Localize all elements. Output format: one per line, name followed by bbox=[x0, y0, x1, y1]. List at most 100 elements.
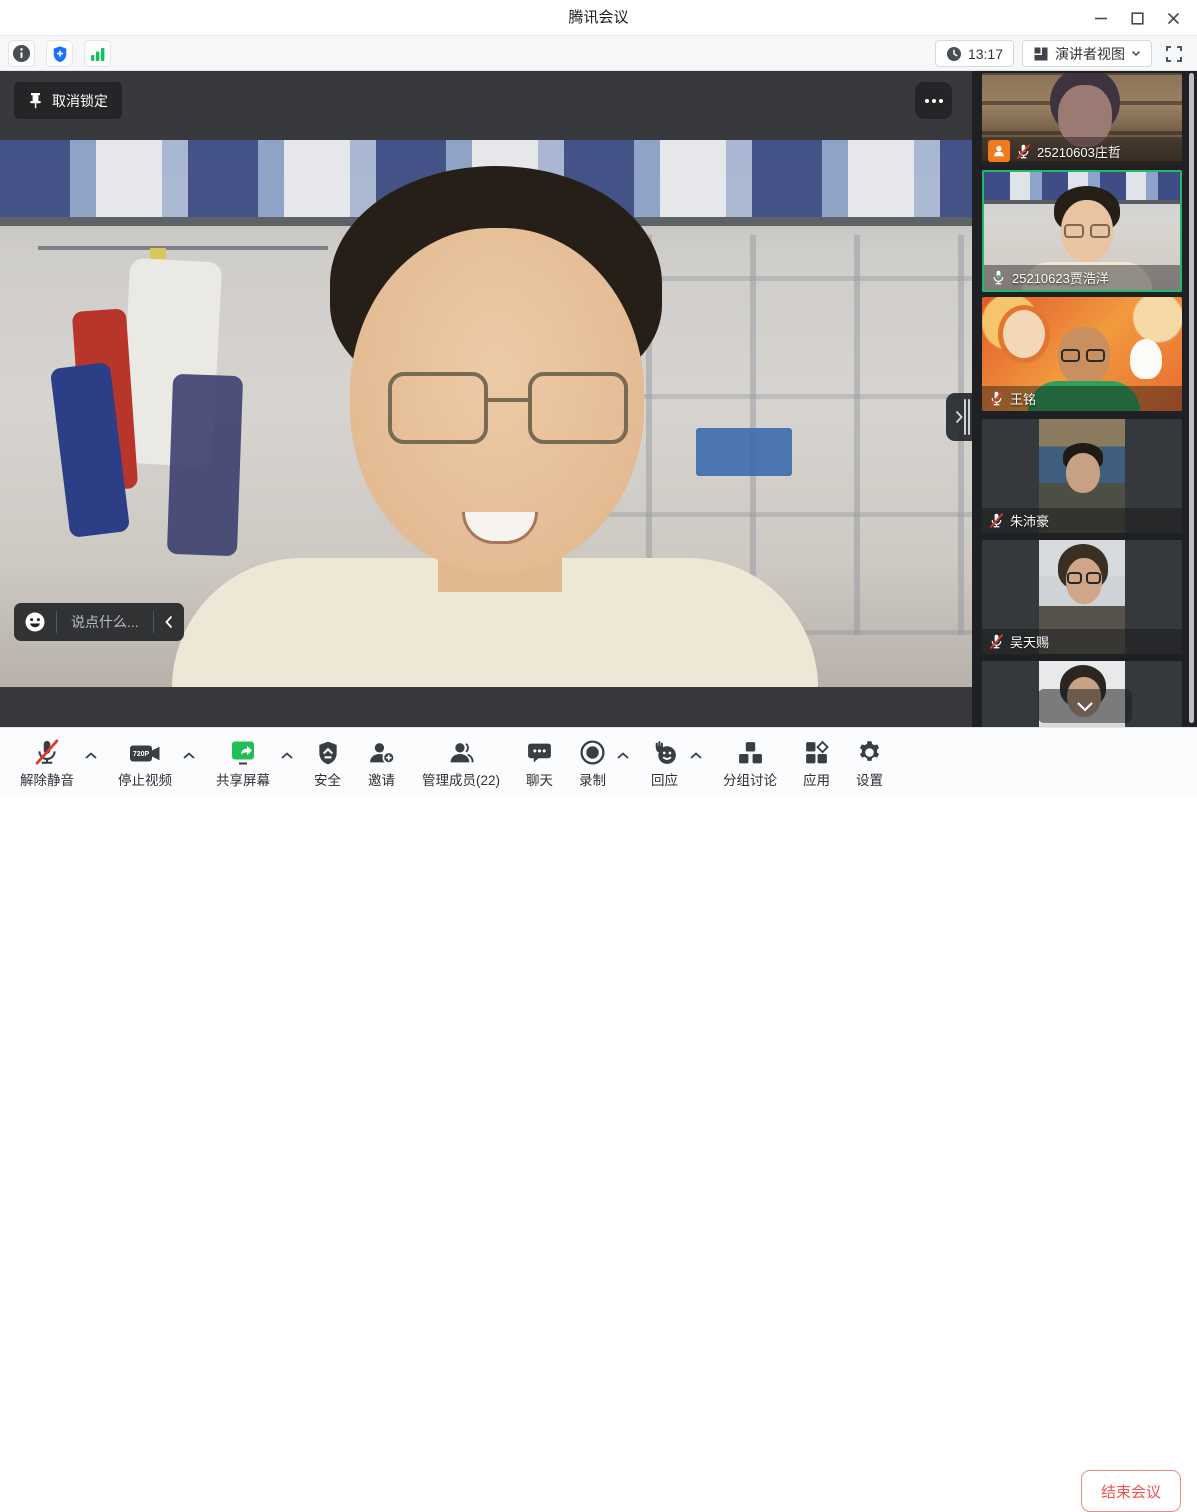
camera-720p-icon: 720P bbox=[128, 736, 162, 766]
meeting-timer[interactable]: 13:17 bbox=[935, 40, 1014, 67]
security-label: 安全 bbox=[314, 769, 341, 789]
settings-gear-icon bbox=[856, 736, 883, 766]
minimize-icon bbox=[1094, 11, 1108, 25]
fullscreen-button[interactable] bbox=[1160, 40, 1187, 67]
share-screen-icon bbox=[229, 736, 257, 766]
person-glasses bbox=[388, 372, 488, 444]
unlock-label: 取消锁定 bbox=[52, 91, 108, 111]
record-button[interactable]: 录制 bbox=[571, 736, 614, 789]
thumb-person-glasses bbox=[1064, 224, 1084, 238]
window-controls bbox=[1083, 0, 1191, 36]
sidebar-scrollbar[interactable] bbox=[1189, 73, 1194, 723]
chat-label: 聊天 bbox=[526, 769, 553, 789]
invite-button[interactable]: 邀请 bbox=[359, 736, 404, 789]
microphone-muted-icon bbox=[1015, 143, 1032, 160]
chat-button[interactable]: 聊天 bbox=[518, 736, 561, 789]
thumb-rabbit-decoration bbox=[1130, 339, 1162, 379]
view-mode-dropdown[interactable]: 演讲者视图 bbox=[1022, 40, 1152, 67]
participant-tile[interactable]: 25210603庄哲 bbox=[982, 73, 1182, 165]
participant-name-row: 25210603庄哲 bbox=[982, 137, 1182, 165]
quickbar-left bbox=[8, 40, 111, 67]
maximize-button[interactable] bbox=[1119, 0, 1155, 36]
scroll-participants-down-button[interactable] bbox=[1038, 689, 1132, 723]
quick-chat-bar[interactable]: 说点什么... bbox=[14, 603, 184, 641]
unmute-label: 解除静音 bbox=[20, 769, 74, 789]
members-icon bbox=[447, 736, 476, 766]
breakout-rooms-icon bbox=[737, 736, 764, 766]
manage-members-button[interactable]: 管理成员(22) bbox=[414, 736, 508, 789]
chevron-down-icon bbox=[1076, 701, 1094, 712]
breakout-rooms-button[interactable]: 分组讨论 bbox=[715, 736, 785, 789]
participant-tile-active-speaker[interactable]: 25210623贾浩洋 bbox=[982, 170, 1182, 292]
reactions-button[interactable]: 回应 bbox=[642, 736, 687, 789]
apps-button[interactable]: 应用 bbox=[795, 736, 838, 789]
view-mode-label: 演讲者视图 bbox=[1055, 44, 1125, 64]
share-screen-label: 共享屏幕 bbox=[216, 769, 270, 789]
close-icon bbox=[1167, 12, 1180, 25]
settings-button[interactable]: 设置 bbox=[848, 736, 891, 789]
participant-tile[interactable]: 王铭 bbox=[982, 297, 1182, 411]
security-level-button[interactable] bbox=[46, 40, 73, 67]
collapse-chat-button[interactable] bbox=[154, 603, 184, 641]
microphone-muted-icon bbox=[988, 512, 1005, 529]
meeting-time: 13:17 bbox=[968, 46, 1003, 62]
scene-clothes-rail bbox=[38, 246, 328, 250]
shield-plus-icon bbox=[51, 45, 69, 63]
emoji-button[interactable] bbox=[14, 603, 56, 641]
participant-tile[interactable]: 吴天赐 bbox=[982, 540, 1182, 654]
camera-resolution-badge: 720P bbox=[133, 751, 150, 758]
meeting-info-button[interactable] bbox=[8, 40, 35, 67]
pin-icon bbox=[28, 92, 43, 109]
participant-name: 王铭 bbox=[1010, 389, 1036, 408]
network-quality-button[interactable] bbox=[84, 40, 111, 67]
security-button[interactable]: 安全 bbox=[306, 736, 349, 789]
minimize-button[interactable] bbox=[1083, 0, 1119, 36]
unmute-button[interactable]: 解除静音 bbox=[12, 736, 82, 789]
stop-video-button[interactable]: 720P 停止视频 bbox=[110, 736, 180, 789]
quickbar-right: 13:17 演讲者视图 bbox=[935, 40, 1187, 67]
unlock-pin-button[interactable]: 取消锁定 bbox=[14, 82, 122, 119]
meeting-control-bar: 解除静音 720P 停止视频 共享屏幕 bbox=[0, 727, 1197, 797]
participant-name-row: 吴天赐 bbox=[982, 629, 1182, 654]
smiley-icon bbox=[24, 611, 46, 633]
end-meeting-button[interactable]: 结束会议 bbox=[1081, 1470, 1181, 1512]
close-button[interactable] bbox=[1155, 0, 1191, 36]
chat-bubble-icon bbox=[526, 736, 553, 766]
security-shield-icon bbox=[315, 736, 341, 766]
participant-name: 吴天赐 bbox=[1010, 632, 1049, 651]
thumb-lion-decoration bbox=[998, 305, 1050, 363]
microphone-muted-icon bbox=[988, 633, 1005, 650]
main-stage: 取消锁定 说点什么... bbox=[0, 71, 972, 727]
chat-placeholder[interactable]: 说点什么... bbox=[57, 612, 153, 632]
share-screen-button[interactable]: 共享屏幕 bbox=[208, 736, 278, 789]
clock-icon bbox=[946, 46, 962, 62]
chevron-left-icon bbox=[164, 615, 174, 629]
more-options-button[interactable] bbox=[915, 82, 952, 119]
record-label: 录制 bbox=[579, 769, 606, 789]
maximize-icon bbox=[1131, 12, 1144, 25]
record-icon bbox=[579, 736, 606, 766]
quick-toolbar: 13:17 演讲者视图 bbox=[0, 36, 1197, 71]
participant-name-row: 朱沛豪 bbox=[982, 508, 1182, 533]
record-options-chevron[interactable] bbox=[614, 747, 632, 764]
reactions-options-chevron[interactable] bbox=[687, 747, 705, 764]
participant-tile[interactable]: 朱沛豪 bbox=[982, 419, 1182, 533]
panel-drag-grip[interactable] bbox=[964, 399, 970, 435]
reactions-hand-smiley-icon bbox=[650, 736, 679, 766]
apps-label: 应用 bbox=[803, 769, 830, 789]
thumb-person-glasses bbox=[1086, 572, 1101, 584]
audio-options-chevron[interactable] bbox=[82, 747, 100, 764]
participant-name: 25210603庄哲 bbox=[1037, 142, 1121, 161]
thumb-person-glasses bbox=[1086, 349, 1105, 362]
manage-members-label: 管理成员(22) bbox=[422, 769, 500, 789]
thumb-person-glasses bbox=[1061, 349, 1080, 362]
share-options-chevron[interactable] bbox=[278, 747, 296, 764]
settings-label: 设置 bbox=[856, 769, 883, 789]
chevron-right-icon bbox=[954, 410, 964, 424]
invite-person-icon bbox=[367, 736, 396, 766]
person-glasses bbox=[528, 372, 628, 444]
title-bar: 腾讯会议 bbox=[0, 0, 1197, 36]
video-options-chevron[interactable] bbox=[180, 747, 198, 764]
fullscreen-icon bbox=[1165, 45, 1183, 63]
participant-name: 25210623贾浩洋 bbox=[1012, 268, 1109, 287]
